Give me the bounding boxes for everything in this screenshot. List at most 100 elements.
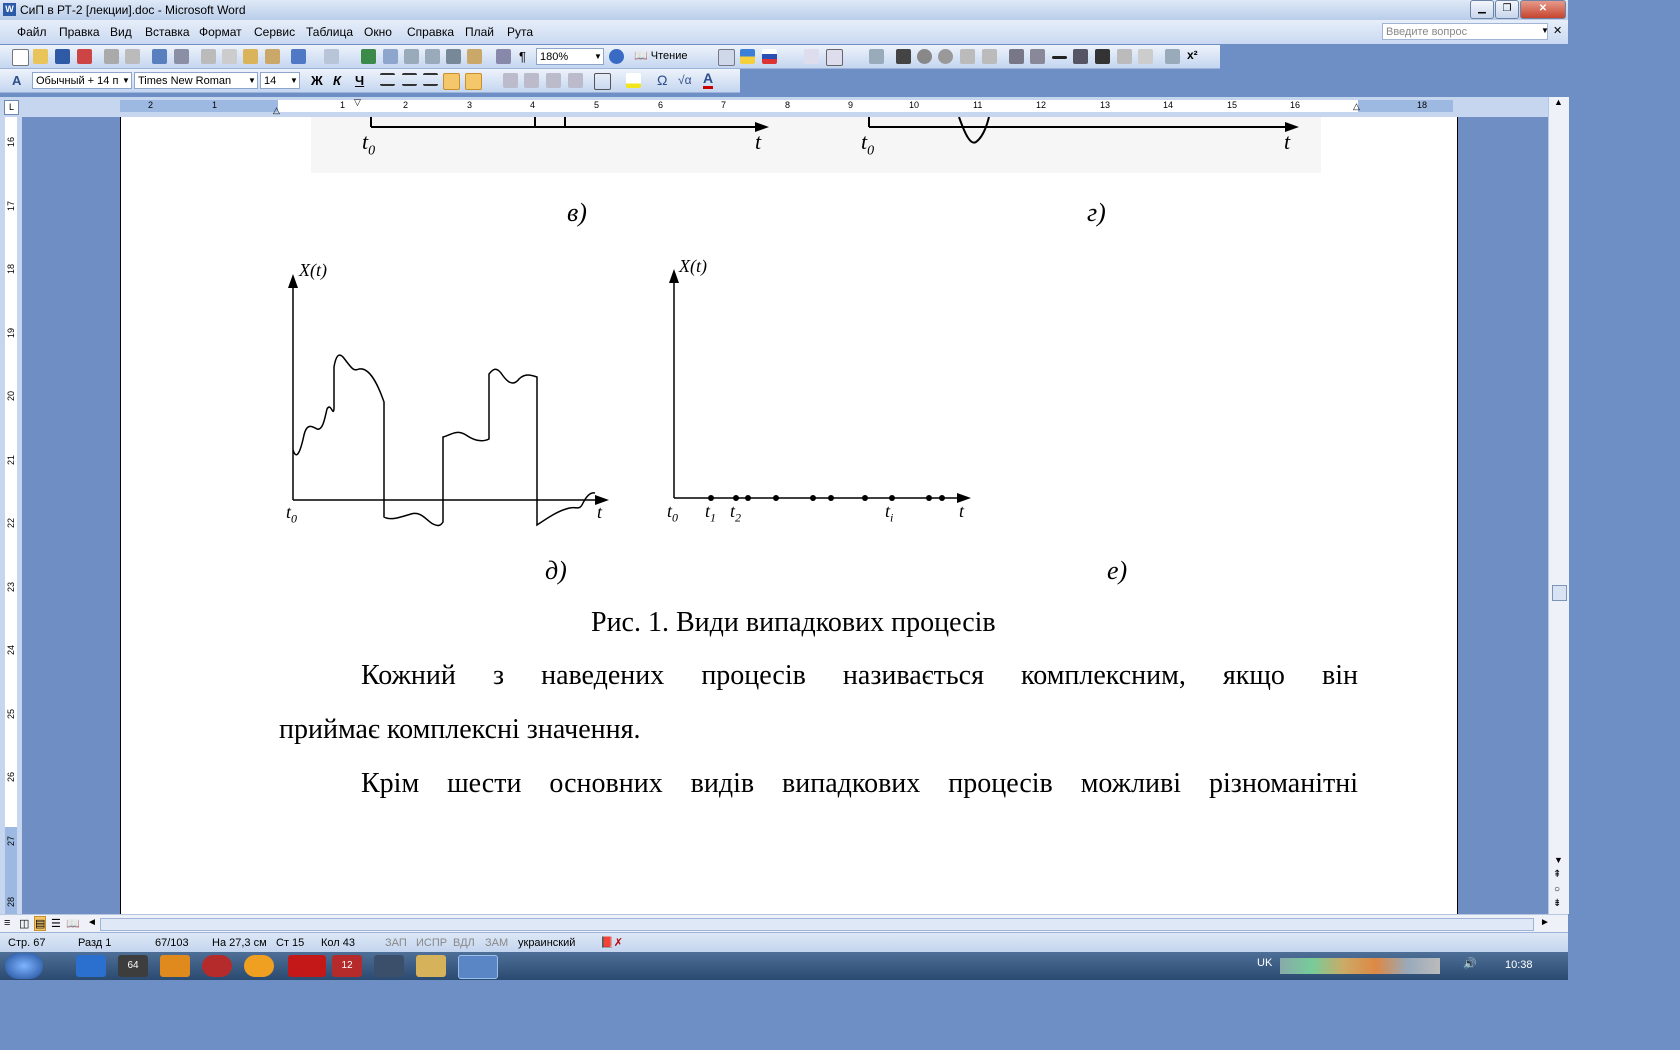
russia-flag-icon[interactable]: [762, 49, 777, 64]
browse-object-icon[interactable]: ○: [1554, 884, 1560, 895]
media-player-icon[interactable]: [160, 955, 190, 977]
menu-table[interactable]: Таблица: [306, 25, 353, 39]
menu-window[interactable]: Окно: [364, 25, 392, 39]
taskbar-app-12[interactable]: 12: [332, 955, 362, 977]
design-mode-icon[interactable]: [826, 49, 843, 66]
menu-insert[interactable]: Вставка: [145, 25, 190, 39]
minimize-button[interactable]: ▁: [1470, 0, 1494, 19]
tray-icons[interactable]: [1280, 958, 1440, 974]
word-app-icon[interactable]: W: [3, 3, 16, 16]
italic-button[interactable]: К: [333, 73, 341, 88]
shape-icon-1[interactable]: [917, 49, 932, 64]
menu-help[interactable]: Справка: [407, 25, 454, 39]
insert-table-icon[interactable]: [404, 49, 419, 64]
hyperlink-icon[interactable]: [361, 49, 376, 64]
copy-icon[interactable]: [222, 49, 237, 64]
paste-icon[interactable]: [243, 49, 258, 64]
decrease-indent-icon[interactable]: [546, 73, 561, 88]
vertical-scrollbar[interactable]: ▲ ▼ ⇞ ○ ⇟: [1548, 97, 1569, 914]
spelling-icon[interactable]: [152, 49, 167, 64]
tables-borders-icon[interactable]: [383, 49, 398, 64]
print-icon[interactable]: [104, 49, 119, 64]
scroll-left-icon[interactable]: ◄: [87, 917, 97, 928]
menu-format[interactable]: Формат: [199, 25, 242, 39]
superscript-icon[interactable]: x²: [1187, 48, 1198, 62]
help-icon[interactable]: [609, 49, 624, 64]
format-picture-icon[interactable]: [1117, 49, 1132, 64]
scroll-thumb[interactable]: [1552, 585, 1567, 601]
macro-icon[interactable]: [804, 49, 819, 64]
normal-view-icon[interactable]: ≡: [4, 917, 10, 929]
text-wrapping-icon[interactable]: [1095, 49, 1110, 64]
font-color-icon[interactable]: A: [703, 71, 714, 89]
taskbar-app-orange[interactable]: [244, 955, 274, 977]
shape-icon-4[interactable]: [982, 49, 997, 64]
font-select[interactable]: Times New Roman ▼: [134, 72, 258, 89]
menu-tools[interactable]: Сервис: [254, 25, 295, 39]
help-dropdown-icon[interactable]: ▼: [1541, 26, 1549, 35]
word-taskbar-icon[interactable]: [458, 955, 498, 979]
shape-icon-3[interactable]: [960, 49, 975, 64]
highlight-icon[interactable]: [626, 73, 641, 88]
align-shape-icon[interactable]: [896, 49, 911, 64]
left-indent-marker[interactable]: △: [273, 105, 280, 116]
taskbar-app-64[interactable]: 64: [118, 955, 148, 977]
redo-icon[interactable]: [324, 49, 339, 64]
zoom-select[interactable]: 180% ▼: [536, 48, 604, 65]
help-question-input[interactable]: Введите вопрос: [1382, 23, 1548, 40]
omega-symbol-icon[interactable]: Ω: [657, 72, 667, 88]
taskbar-app-red[interactable]: [202, 955, 232, 977]
menu-edit[interactable]: Правка: [59, 25, 100, 39]
close-doc-icon[interactable]: ✕: [1553, 24, 1562, 37]
reading-view-icon[interactable]: 📖: [66, 917, 80, 930]
menu-plai[interactable]: Плай: [465, 25, 494, 39]
outline-view-icon[interactable]: ☰: [51, 917, 61, 930]
styles-icon[interactable]: A: [12, 73, 21, 88]
start-button[interactable]: [5, 953, 43, 979]
numbering-icon[interactable]: [503, 73, 518, 88]
volume-icon[interactable]: 🔊: [1463, 957, 1477, 970]
columns-icon[interactable]: [446, 49, 461, 64]
transparent-color-icon[interactable]: [1138, 49, 1153, 64]
format-painter-icon[interactable]: [265, 49, 280, 64]
menu-file[interactable]: Файл: [17, 25, 47, 39]
line-spacing-icon[interactable]: [465, 73, 482, 90]
horizontal-ruler[interactable]: L 2 1 1 2 3 4 5 6 7 8 9 10 11 12 13 14 1…: [0, 97, 1568, 117]
drawing-icon[interactable]: [467, 49, 482, 64]
scroll-right-icon[interactable]: ►: [1540, 917, 1550, 928]
print-layout-view-icon[interactable]: ▤: [34, 916, 47, 931]
close-window-button[interactable]: ✕: [1520, 0, 1566, 19]
shape-icon-2[interactable]: [938, 49, 953, 64]
menu-ruta[interactable]: Рута: [507, 25, 533, 39]
explorer-icon[interactable]: [416, 955, 446, 977]
line-style-icon[interactable]: [1052, 56, 1067, 59]
reset-picture-icon[interactable]: [1165, 49, 1180, 64]
insert-picture-icon[interactable]: [869, 49, 884, 64]
language-indicator[interactable]: UK: [1257, 957, 1272, 969]
ukraine-flag-icon[interactable]: [740, 49, 755, 64]
forms-icon[interactable]: [718, 49, 735, 66]
tab-selector-icon[interactable]: L: [4, 100, 19, 115]
document-map-icon[interactable]: [496, 49, 511, 64]
spelling-status-icon[interactable]: 📕✗: [600, 936, 623, 949]
ie-icon[interactable]: [76, 955, 106, 977]
document-page[interactable]: t0 t t0 t в) г) X(t) t0 t X(t) t0 t1 t2 …: [120, 117, 1458, 914]
hscroll-thumb[interactable]: [100, 918, 1534, 931]
prev-page-icon[interactable]: ⇞: [1553, 869, 1561, 880]
scroll-up-icon[interactable]: ▲: [1554, 97, 1563, 107]
align-left-icon[interactable]: [380, 73, 395, 86]
underline-button[interactable]: Ч: [355, 73, 364, 88]
equation-icon[interactable]: √α: [678, 73, 692, 87]
cut-icon[interactable]: [201, 49, 216, 64]
compress-picture-icon[interactable]: [1073, 49, 1088, 64]
rotate-icon[interactable]: [1030, 49, 1045, 64]
status-trk[interactable]: ИСПР: [416, 937, 447, 949]
menu-view[interactable]: Вид: [110, 25, 132, 39]
style-select[interactable]: Обычный + 14 п ▼: [32, 72, 132, 89]
opera-icon[interactable]: [288, 955, 326, 977]
insert-excel-icon[interactable]: [425, 49, 440, 64]
permission-icon[interactable]: [77, 49, 92, 64]
horizontal-scrollbar[interactable]: ≡ ◫ ▤ ☰ 📖 ◄ ►: [0, 914, 1568, 933]
web-view-icon[interactable]: ◫: [19, 917, 29, 930]
align-center-icon[interactable]: [402, 73, 417, 86]
